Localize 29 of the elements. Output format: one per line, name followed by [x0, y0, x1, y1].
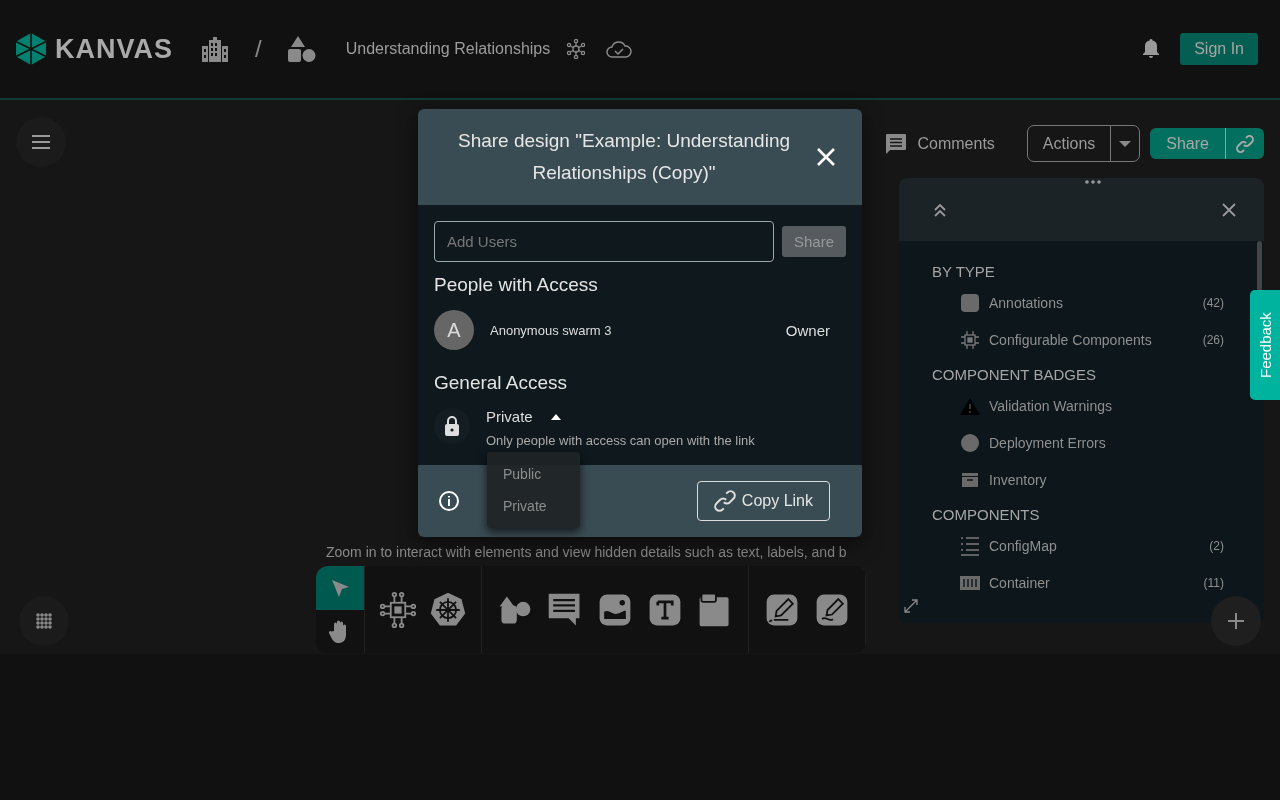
- person-name: Anonymous swarm 3: [490, 322, 613, 338]
- layer-item[interactable]: Annotations (42): [959, 292, 1224, 314]
- avatar: A: [434, 310, 474, 350]
- section-heading: COMPONENTS: [932, 506, 1041, 523]
- access-dropdown[interactable]: Private: [486, 408, 561, 425]
- add-users-field[interactable]: Add Users: [434, 221, 774, 262]
- section-heading: People with Access: [434, 274, 599, 296]
- access-option[interactable]: Public: [487, 458, 580, 490]
- design-name[interactable]: Understanding Relationships: [345, 40, 551, 58]
- access-description: Only people with access can open with the link: [486, 433, 755, 448]
- layer-item[interactable]: ConfigMap (2): [959, 535, 1224, 557]
- layer-item[interactable]: Inventory: [959, 469, 1224, 491]
- logo-text: KANVAS: [55, 33, 173, 65]
- layer-item[interactable]: Configurable Components (26): [959, 329, 1224, 351]
- section-heading: BY TYPE: [932, 263, 996, 280]
- layer-item[interactable]: Container (11): [959, 572, 1224, 594]
- canvas-hint: Zoom in to interact with elements and view hidden details such as text, labels, and b: [326, 544, 847, 560]
- copy-link-button[interactable]: Copy Link: [696, 481, 830, 521]
- person-role: Owner: [785, 321, 830, 339]
- layer-item[interactable]: Deployment Errors: [959, 432, 1224, 454]
- breadcrumb-separator: /: [255, 35, 262, 63]
- section-heading: COMPONENT BADGES: [932, 366, 1097, 383]
- layer-item[interactable]: Validation Warnings: [959, 395, 1224, 417]
- actions-button[interactable]: Actions: [1027, 126, 1111, 161]
- sign-in-button[interactable]: Sign In: [1180, 33, 1258, 65]
- comments-button[interactable]: Comments: [879, 131, 1001, 156]
- access-option[interactable]: Private: [487, 490, 580, 522]
- section-heading: General Access: [434, 372, 569, 394]
- dialog-title: Share design "Example: Understanding Relationships (Copy)": [456, 129, 792, 185]
